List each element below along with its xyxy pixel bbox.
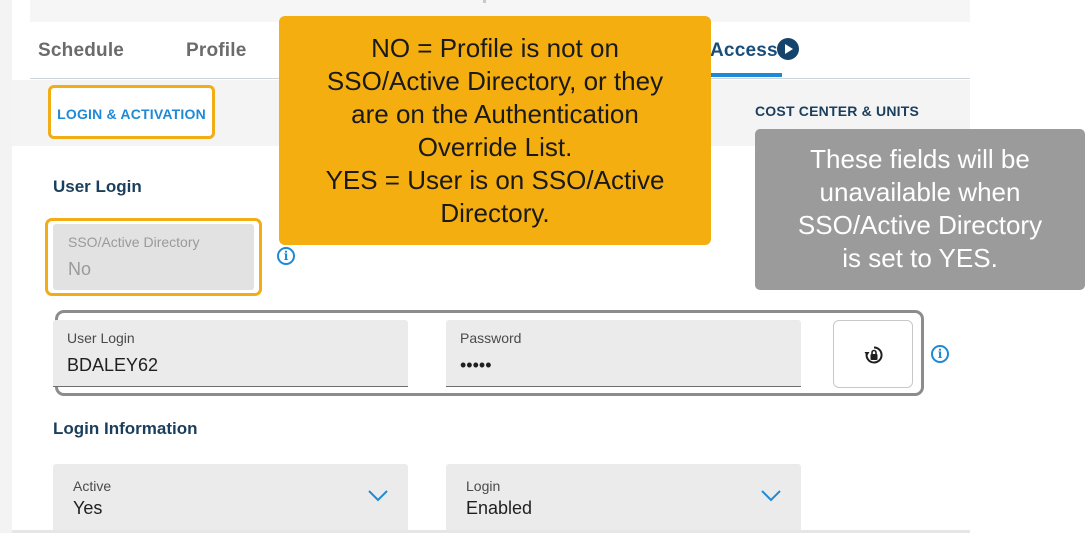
subnav-cost-center-units[interactable]: COST CENTER & UNITS [755, 103, 919, 119]
login-label: Login [466, 478, 501, 494]
unavailable-fields-callout: These fields will be unavailable when SS… [755, 129, 1085, 290]
login-information-heading: Login Information [53, 419, 198, 438]
info-icon[interactable]: i [277, 247, 295, 265]
left-margin [0, 0, 12, 533]
user-login-value: BDALEY62 [67, 355, 159, 375]
tab-profile[interactable]: Profile [186, 40, 247, 62]
sso-field-label: SSO/Active Directory [68, 234, 200, 250]
password-field[interactable]: Password ••••• [446, 320, 801, 387]
login-select[interactable]: Login Enabled [446, 464, 801, 533]
lock-reset-icon [864, 346, 883, 364]
callout-line: is set to YES. [842, 243, 998, 273]
callout-line: Directory. [440, 198, 550, 228]
callout-line: NO = Profile is not on [371, 33, 619, 63]
user-login-heading: User Login [53, 177, 142, 196]
login-value: Enabled [466, 498, 533, 518]
active-value: Yes [73, 498, 103, 518]
chevron-down-icon [761, 490, 781, 502]
chevron-down-icon [368, 490, 388, 502]
header-marker [483, 0, 486, 3]
password-value: ••••• [460, 355, 492, 375]
subnav-login-activation[interactable]: LOGIN & ACTIVATION [48, 85, 215, 139]
reset-password-button[interactable] [833, 320, 913, 388]
info-icon[interactable]: i [931, 345, 949, 363]
active-tab-indicator [710, 73, 782, 77]
subnav-login-activation-label: LOGIN & ACTIVATION [57, 106, 206, 122]
active-label: Active [73, 478, 112, 494]
tab-schedule[interactable]: Schedule [38, 40, 124, 62]
active-select[interactable]: Active Yes [53, 464, 408, 533]
sso-explanation-callout: NO = Profile is not on SSO/Active Direct… [279, 16, 711, 245]
callout-line: unavailable when [819, 177, 1021, 207]
sso-field-value: No [68, 259, 92, 279]
callout-line: SSO/Active Directory [797, 210, 1043, 240]
chevron-right-circle-icon[interactable] [777, 38, 799, 60]
callout-line: are on the Authentication [351, 99, 639, 129]
callout-line: Override List. [417, 132, 573, 162]
sso-active-directory-field: SSO/Active Directory No [53, 224, 254, 290]
callout-line: These fields will be [810, 144, 1030, 174]
callout-line: YES = User is on SSO/Active [325, 165, 665, 195]
user-login-label: User Login [67, 330, 135, 346]
callout-line: SSO/Active Directory, or they [326, 66, 664, 96]
tab-access[interactable]: Access [710, 40, 778, 62]
password-label: Password [460, 330, 522, 346]
user-login-field[interactable]: User Login BDALEY62 [53, 320, 408, 387]
